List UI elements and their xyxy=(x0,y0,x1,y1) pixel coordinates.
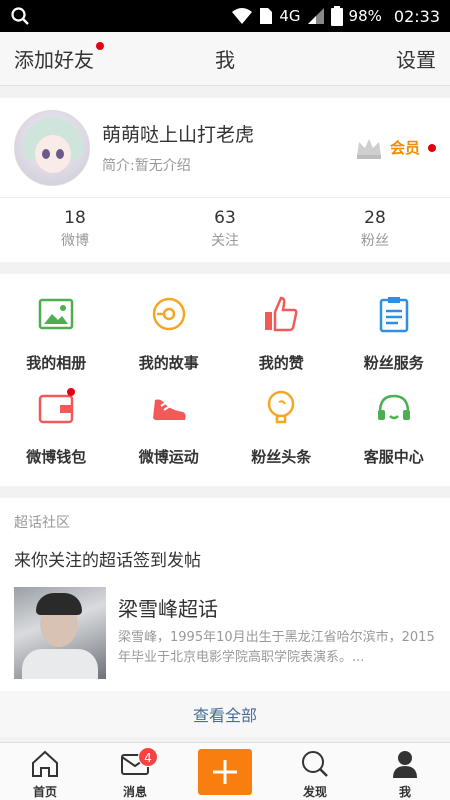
topic-description: 梁雪峰，1995年10月出生于黑龙江省哈尔滨市，2015年毕业于北京电影学院高职… xyxy=(118,630,435,665)
status-bar: 4G 98% 02:33 xyxy=(0,0,450,32)
tab-label: 消息 xyxy=(122,785,147,799)
super-topic-section: 超话社区 来你关注的超话签到发帖 梁雪峰超话 梁雪峰，1995年10月出生于黑龙… xyxy=(0,498,450,737)
search-icon xyxy=(302,751,328,777)
bottom-tab-bar: 首页 消息 发现 我 4 xyxy=(0,742,450,800)
grid-item-sport[interactable]: 微博运动 xyxy=(113,384,226,478)
tab-label: 首页 xyxy=(32,785,57,799)
grid-item-story[interactable]: 我的故事 xyxy=(113,290,226,384)
sneaker-icon xyxy=(152,399,186,420)
grid-label: 我的相册 xyxy=(26,354,87,372)
message-badge: 4 xyxy=(138,747,158,767)
top-nav: 添加好友 我 设置 xyxy=(0,32,450,86)
wallet-notification-dot xyxy=(67,388,75,396)
grid-item-wallet[interactable]: 微博钱包 xyxy=(0,384,113,478)
user-bio: 简介:暂无介绍 xyxy=(102,158,191,174)
stat-following[interactable]: 63 关注 xyxy=(150,198,300,262)
member-notification-dot xyxy=(428,143,436,152)
add-friend-label: 添加好友 xyxy=(14,48,94,72)
section-label: 超话社区 xyxy=(14,515,70,531)
compose-button[interactable] xyxy=(198,749,252,795)
profile-icon xyxy=(393,751,417,778)
plus-icon xyxy=(213,760,237,784)
lightbulb-icon xyxy=(268,390,295,424)
stats-row: 18 微博 63 关注 28 粉丝 xyxy=(0,198,450,262)
stat-number: 28 xyxy=(364,208,386,228)
grid-label: 我的赞 xyxy=(258,354,304,372)
grid-item-fan-service[interactable]: 粉丝服务 xyxy=(338,290,450,384)
battery-icon xyxy=(330,6,343,26)
grid-item-fan-headline[interactable]: 粉丝头条 xyxy=(225,384,338,478)
grid-label: 粉丝头条 xyxy=(251,448,312,466)
grid-label: 客服中心 xyxy=(363,448,424,466)
clipboard-icon xyxy=(379,297,408,333)
stat-number: 18 xyxy=(64,208,86,228)
wifi-icon xyxy=(232,8,253,24)
tab-compose[interactable] xyxy=(180,743,270,800)
stat-label: 粉丝 xyxy=(361,233,389,249)
tab-messages[interactable]: 消息 xyxy=(90,743,180,800)
grid-item-album[interactable]: 我的相册 xyxy=(0,290,113,384)
stat-number: 63 xyxy=(214,208,236,228)
add-friend-button[interactable]: 添加好友 xyxy=(14,42,104,73)
tab-discover[interactable]: 发现 xyxy=(270,743,360,800)
section-subtitle: 来你关注的超话签到发帖 xyxy=(14,551,201,571)
tab-home[interactable]: 首页 xyxy=(0,743,90,800)
crown-icon xyxy=(356,138,381,159)
topic-title: 梁雪峰超话 xyxy=(118,597,218,621)
member-entry[interactable]: 会员 xyxy=(354,136,436,160)
topic-thumbnail xyxy=(14,587,106,679)
stat-label: 关注 xyxy=(211,233,239,249)
settings-button[interactable]: 设置 xyxy=(396,44,436,73)
grid-label: 微博钱包 xyxy=(26,448,87,466)
view-all-button[interactable]: 查看全部 xyxy=(0,691,450,737)
tab-label: 我 xyxy=(398,785,411,799)
grid-label: 我的故事 xyxy=(138,354,199,372)
sim-icon xyxy=(260,8,273,24)
battery-percent: 98% xyxy=(348,7,382,25)
feature-grid: 我的相册 我的故事 我的赞 粉丝服务 微博钱包 微博运动 粉丝头条 客服中心 xyxy=(0,274,450,486)
thumbs-up-icon xyxy=(265,296,298,332)
photo-album-icon xyxy=(39,298,74,330)
home-icon xyxy=(32,750,58,777)
grid-item-likes[interactable]: 我的赞 xyxy=(225,290,338,384)
grid-item-customer-service[interactable]: 客服中心 xyxy=(338,384,450,478)
user-name: 萌萌哒上山打老虎 xyxy=(102,124,255,146)
signal-icon xyxy=(307,8,324,24)
tab-me[interactable]: 我 xyxy=(360,743,450,800)
super-topic-card[interactable]: 梁雪峰超话 梁雪峰，1995年10月出生于黑龙江省哈尔滨市，2015年毕业于北京… xyxy=(14,587,436,681)
headset-icon xyxy=(377,394,410,420)
tab-label: 发现 xyxy=(302,785,327,799)
network-type: 4G xyxy=(279,7,301,25)
search-status-icon xyxy=(11,7,29,25)
profile-card: 萌萌哒上山打老虎 简介:暂无介绍 会员 18 微博 63 关注 28 粉丝 xyxy=(0,98,450,262)
grid-label: 微博运动 xyxy=(138,448,199,466)
notification-dot xyxy=(96,42,104,50)
stat-label: 微博 xyxy=(61,233,89,249)
avatar[interactable] xyxy=(14,109,90,186)
stat-followers[interactable]: 28 粉丝 xyxy=(300,198,450,262)
stat-weibo[interactable]: 18 微博 xyxy=(0,198,150,262)
profile-row[interactable]: 萌萌哒上山打老虎 简介:暂无介绍 会员 xyxy=(0,98,450,198)
member-label: 会员 xyxy=(389,139,420,157)
grid-label: 粉丝服务 xyxy=(363,354,424,372)
story-icon xyxy=(152,297,185,331)
clock: 02:33 xyxy=(393,6,440,26)
